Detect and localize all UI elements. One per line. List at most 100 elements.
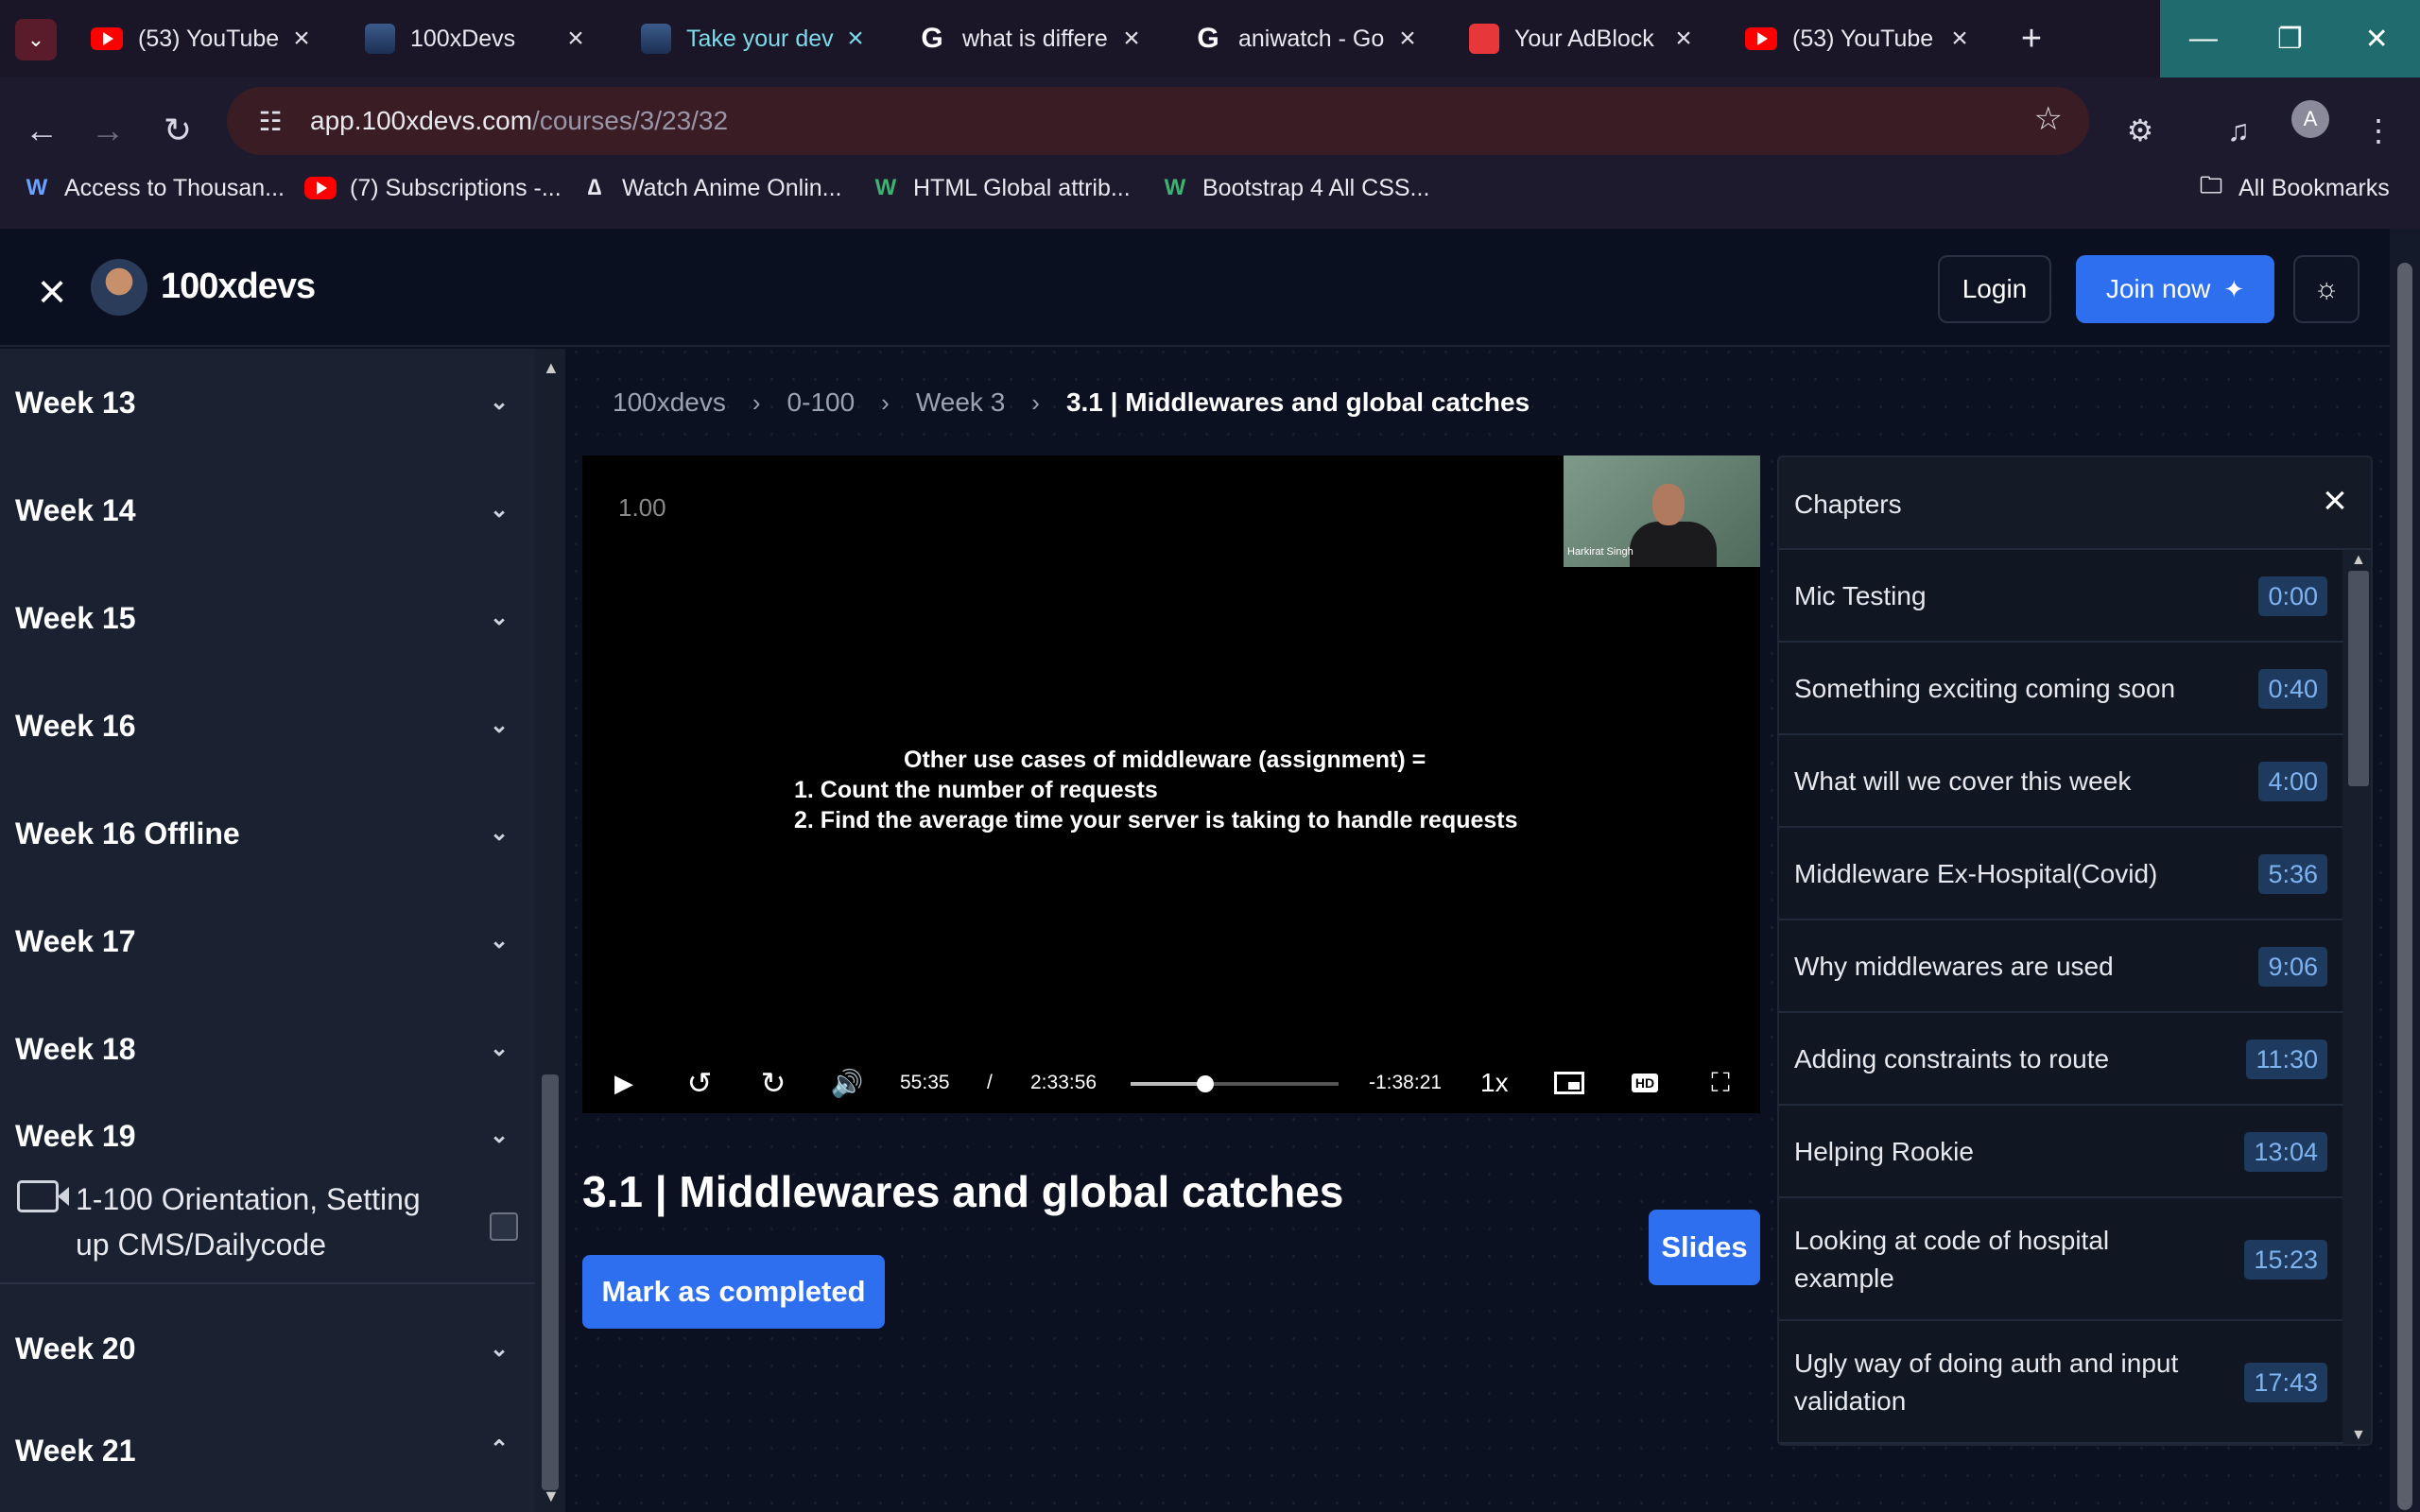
chapter-timestamp[interactable]: 17:43 <box>2244 1363 2327 1402</box>
close-window-icon[interactable]: ✕ <box>2333 0 2420 77</box>
restore-icon[interactable]: ❐ <box>2247 0 2334 77</box>
chapter-timestamp[interactable]: 0:00 <box>2258 576 2327 616</box>
scrollbar-thumb[interactable] <box>2348 571 2369 786</box>
browser-tab[interactable]: (53) YouTube × <box>1745 9 1976 68</box>
sidebar-week-21[interactable]: Week 21 ⌃ <box>0 1417 535 1492</box>
lesson-complete-checkbox[interactable] <box>490 1212 518 1241</box>
picture-in-picture-icon[interactable] <box>1552 1066 1586 1100</box>
chapter-timestamp[interactable]: 11:30 <box>2246 1040 2327 1079</box>
profile-avatar[interactable]: A <box>2291 100 2329 138</box>
sidebar-lesson-item[interactable]: 1-100 Orientation, Setting up CMS/Dailyc… <box>0 1161 535 1284</box>
join-now-button[interactable]: Join now ✦ <box>2076 255 2274 323</box>
fullscreen-icon[interactable]: ⛶ <box>1703 1066 1737 1100</box>
brand-name[interactable]: 100xdevs <box>161 266 316 307</box>
hd-quality-icon[interactable]: HD <box>1628 1066 1662 1100</box>
sidebar-week-14[interactable]: Week 14 ⌄ <box>0 456 535 564</box>
theme-toggle-icon[interactable]: ☼ <box>2293 255 2360 323</box>
browser-tab[interactable]: (53) YouTube × <box>91 9 318 68</box>
chapter-timestamp[interactable]: 4:00 <box>2258 762 2327 801</box>
video-player[interactable]: 1.00 Harkirat Singh Other use cases of m… <box>582 455 1760 1113</box>
chapter-item[interactable]: Helping Rookie 13:04 <box>1779 1106 2342 1198</box>
chapter-timestamp[interactable]: 13:04 <box>2244 1132 2327 1172</box>
close-tab-icon[interactable]: × <box>285 23 318 55</box>
chapter-item[interactable]: What will we cover this week 4:00 <box>1779 735 2342 828</box>
chapter-item[interactable]: Something exciting coming soon 0:40 <box>1779 643 2342 735</box>
tab-search-button[interactable]: ⌄ <box>15 19 57 60</box>
breadcrumb-item[interactable]: 0-100 <box>787 387 856 418</box>
bookmark-item[interactable]: W Access to Thousan... <box>23 166 285 210</box>
chapter-timestamp[interactable]: 9:06 <box>2258 947 2327 987</box>
media-control-icon[interactable]: ♫ <box>2208 100 2269 161</box>
bookmark-item[interactable]: W Bootstrap 4 All CSS... <box>1161 166 1430 210</box>
chapters-scrollbar[interactable]: ▲ ▼ <box>2342 550 2371 1444</box>
site-settings-icon[interactable]: ☷ <box>251 102 289 140</box>
scrollbar-thumb[interactable] <box>2397 263 2412 1510</box>
volume-icon[interactable]: 🔊 <box>828 1066 866 1100</box>
chapter-item[interactable]: Mic Testing 0:00 <box>1779 550 2342 643</box>
close-tab-icon[interactable]: × <box>1392 23 1424 55</box>
minimize-icon[interactable]: — <box>2160 0 2247 77</box>
mark-as-completed-button[interactable]: Mark as completed <box>582 1255 885 1329</box>
seek-bar[interactable] <box>1131 1075 1339 1092</box>
sidebar-week-16-offline[interactable]: Week 16 Offline ⌄ <box>0 780 535 887</box>
scroll-down-icon[interactable]: ▼ <box>543 1486 560 1506</box>
rewind-icon[interactable]: ↺ <box>681 1066 718 1100</box>
chapter-item[interactable]: Why middlewares are used 9:06 <box>1779 920 2342 1013</box>
chapter-timestamp[interactable]: 0:40 <box>2258 669 2327 709</box>
sidebar-week-17[interactable]: Week 17 ⌄ <box>0 887 535 995</box>
new-tab-button[interactable]: + <box>2010 17 2053 60</box>
sidebar-week-13[interactable]: Week 13 ⌄ <box>0 349 535 456</box>
sidebar-week-16[interactable]: Week 16 ⌄ <box>0 672 535 780</box>
reload-icon[interactable]: ↻ <box>147 100 208 161</box>
login-button[interactable]: Login <box>1938 255 2051 323</box>
seek-bar-knob[interactable] <box>1197 1075 1215 1092</box>
page-scrollbar[interactable] <box>2390 229 2420 1512</box>
close-tab-icon[interactable]: × <box>1944 23 1976 55</box>
browser-tab-active[interactable]: Take your dev × <box>641 9 872 68</box>
extensions-icon[interactable]: ⚙ <box>2110 100 2170 161</box>
chapter-item[interactable]: Ugly way of doing auth and input validat… <box>1779 1321 2342 1444</box>
chapter-item[interactable]: Adding constraints to route 11:30 <box>1779 1013 2342 1106</box>
browser-tab[interactable]: 100xDevs × <box>365 9 592 68</box>
address-bar[interactable]: ☷ app.100xdevs.com/courses/3/23/32 ☆ <box>227 87 2089 155</box>
back-icon[interactable]: ← <box>11 100 72 161</box>
seek-bar-fill <box>1131 1082 1206 1086</box>
play-icon[interactable]: ▶ <box>607 1066 641 1100</box>
scroll-up-icon[interactable]: ▲ <box>2351 552 2366 569</box>
sidebar-week-18[interactable]: Week 18 ⌄ <box>0 995 535 1103</box>
sidebar-week-20[interactable]: Week 20 ⌄ <box>0 1311 535 1386</box>
browser-tab[interactable]: G what is differe × <box>917 9 1148 68</box>
chapter-timestamp[interactable]: 5:36 <box>2258 854 2327 894</box>
sidebar-week-15[interactable]: Week 15 ⌄ <box>0 564 535 672</box>
close-chapters-icon[interactable]: × <box>2314 478 2356 524</box>
chapter-item[interactable]: Looking at code of hospital example 15:2… <box>1779 1198 2342 1321</box>
chapter-timestamp[interactable]: 15:23 <box>2244 1240 2327 1280</box>
sidebar-week-19[interactable]: Week 19 ⌄ <box>0 1103 535 1169</box>
forward-icon[interactable]: → <box>78 100 138 161</box>
slides-button[interactable]: Slides <box>1649 1210 1760 1285</box>
browser-tab[interactable]: G aniwatch - Go × <box>1193 9 1424 68</box>
forward-skip-icon[interactable]: ↻ <box>754 1066 792 1100</box>
scrollbar-thumb[interactable] <box>542 1074 559 1490</box>
scroll-down-icon[interactable]: ▼ <box>2351 1427 2366 1444</box>
playback-rate-button[interactable]: 1x <box>1480 1066 1509 1100</box>
adblock-icon <box>1469 24 1499 54</box>
bookmark-item[interactable]: (7) Subscriptions -... <box>304 166 562 210</box>
bookmark-item[interactable]: W HTML Global attrib... <box>872 166 1131 210</box>
scroll-up-icon[interactable]: ▲ <box>543 358 560 378</box>
logo-avatar[interactable] <box>91 259 147 316</box>
breadcrumb-item[interactable]: 100xdevs <box>613 387 726 418</box>
bookmark-item[interactable]: ∆ Watch Anime Onlin... <box>580 166 842 210</box>
close-tab-icon[interactable]: × <box>1668 23 1700 55</box>
close-tab-icon[interactable]: × <box>560 23 592 55</box>
close-tab-icon[interactable]: × <box>839 23 872 55</box>
menu-kebab-icon[interactable]: ⋮ <box>2348 100 2409 161</box>
bookmark-star-icon[interactable]: ☆ <box>2034 100 2063 138</box>
all-bookmarks-button[interactable]: 🗀 All Bookmarks <box>2197 166 2390 210</box>
sidebar-scrollbar[interactable]: ▲ ▼ <box>535 349 565 1512</box>
close-sidebar-icon[interactable]: × <box>28 267 76 317</box>
close-tab-icon[interactable]: × <box>1115 23 1148 55</box>
chapter-item[interactable]: Middleware Ex-Hospital(Covid) 5:36 <box>1779 828 2342 920</box>
breadcrumb-item[interactable]: Week 3 <box>916 387 1005 418</box>
browser-tab[interactable]: Your AdBlock × <box>1469 9 1700 68</box>
